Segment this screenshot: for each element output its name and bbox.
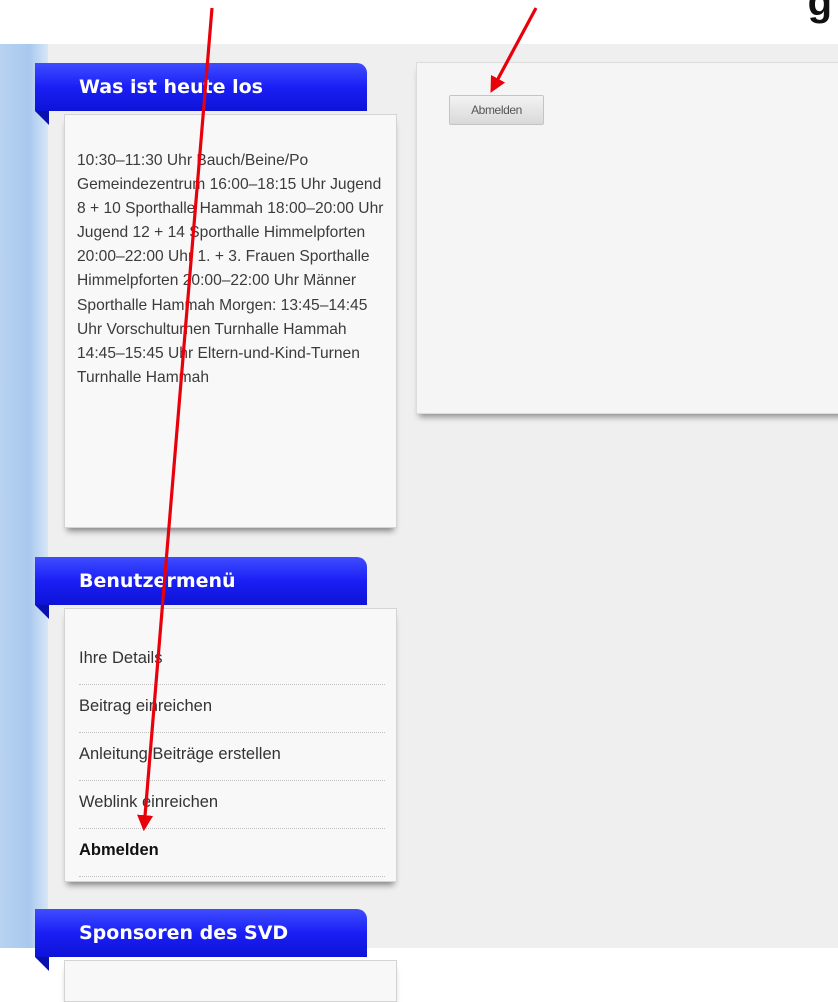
top-strip: g [0, 0, 838, 44]
menu-item-anleitung-beitraege[interactable]: Anleitung Beiträge erstellen [79, 733, 385, 781]
main-content-panel: Abmelden [416, 62, 838, 414]
user-menu-list: Ihre Details Beitrag einreichen Anleitun… [79, 637, 385, 877]
logout-button[interactable]: Abmelden [449, 95, 544, 125]
menu-item-beitrag-einreichen[interactable]: Beitrag einreichen [79, 685, 385, 733]
today-module: Was ist heute los 10:30–11:30 Uhr Bauch/… [35, 63, 397, 528]
menu-item-abmelden[interactable]: Abmelden [79, 829, 385, 877]
sponsors-module-title: Sponsoren des SVD [35, 909, 367, 971]
user-menu-title: Benutzermenü [35, 557, 367, 619]
today-schedule-text: 10:30–11:30 Uhr Bauch/Beine/Po Gemeindez… [77, 152, 384, 386]
sponsors-module: Sponsoren des SVD [35, 909, 397, 1002]
today-module-title: Was ist heute los [35, 63, 367, 125]
left-blue-strip [0, 44, 48, 948]
user-menu-module: Benutzermenü Ihre Details Beitrag einrei… [35, 557, 397, 882]
menu-item-weblink-einreichen[interactable]: Weblink einreichen [79, 781, 385, 829]
heading-fragment: g [807, 0, 832, 24]
menu-item-ihre-details[interactable]: Ihre Details [79, 637, 385, 685]
